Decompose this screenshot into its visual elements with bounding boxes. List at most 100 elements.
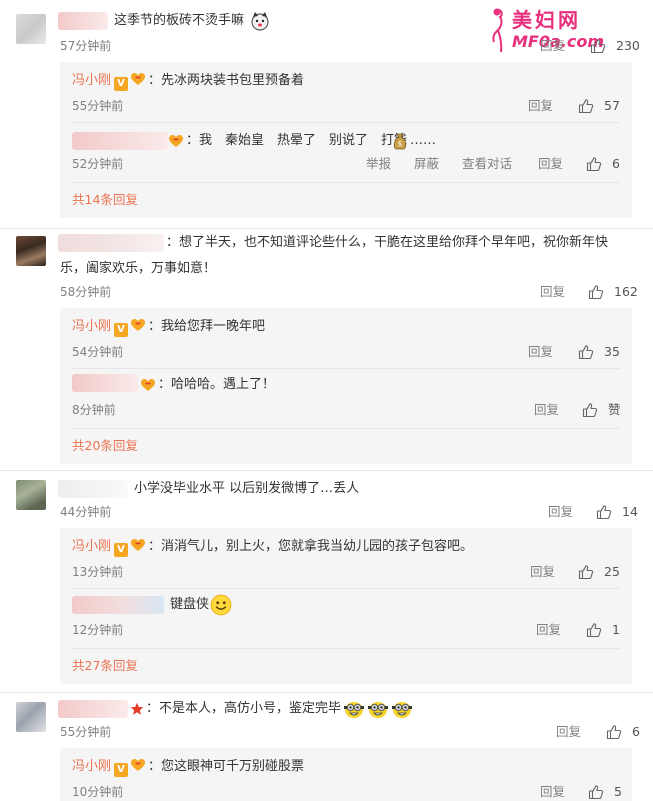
like-count: 162 — [614, 284, 638, 299]
avatar[interactable] — [16, 702, 46, 732]
heart-badge-icon — [168, 134, 184, 148]
reply-time: 12分钟前 — [72, 623, 124, 637]
dog-emoji-icon — [251, 12, 269, 31]
reply-button[interactable]: 回复 — [556, 724, 581, 740]
more-replies-link[interactable]: 共27条回复 — [72, 658, 138, 674]
like-count: 14 — [622, 504, 638, 519]
divider — [72, 428, 620, 429]
verified-v-icon: V — [114, 763, 129, 777]
reply-panel: 冯小刚 V ：我给您拜一晚年吧 54分钟前 回复 35 ：哈哈哈。遇上了！ 8分钟前… — [60, 308, 632, 464]
reply-body: ：哈哈哈。遇上了！ — [158, 377, 276, 392]
heart-badge-icon — [130, 758, 146, 772]
like-button[interactable]: 1 — [586, 622, 620, 638]
more-replies-link[interactable]: 共20条回复 — [72, 438, 138, 454]
minion-emoji-icon — [342, 698, 366, 720]
reply-body: ：消消气儿，别上火，您就拿我当幼儿园的孩子包容吧。 — [148, 539, 474, 554]
reply-time: 55分钟前 — [72, 99, 124, 113]
like-button[interactable]: 230 — [590, 38, 640, 54]
verified-v-icon: V — [114, 323, 129, 337]
avatar[interactable] — [16, 236, 46, 266]
reply-body: ：我 秦始皇 热晕了 别说了 打钱 — [186, 133, 408, 148]
comment-text: 这季节的板砖不烫手嘛 — [114, 13, 245, 28]
thumbs-up-icon — [606, 724, 622, 740]
like-count: 230 — [616, 38, 640, 53]
reply-button[interactable]: 回复 — [534, 402, 559, 418]
like-count: 35 — [604, 344, 620, 359]
reply-body: ：您这眼神可千万别碰股票 — [148, 759, 305, 774]
thumbs-up-icon — [588, 284, 604, 300]
like-button[interactable]: 14 — [596, 504, 638, 520]
reply-button[interactable]: 回复 — [536, 622, 561, 638]
reply-button[interactable]: 回复 — [530, 564, 555, 580]
username-blurred[interactable] — [72, 596, 164, 614]
svg-text:$: $ — [398, 140, 402, 148]
minion-emoji-icon — [366, 698, 390, 720]
like-button[interactable]: 25 — [578, 564, 620, 580]
verified-v-icon: V — [114, 77, 129, 91]
like-button[interactable]: 35 — [578, 344, 620, 360]
reply-button[interactable]: 回复 — [528, 98, 553, 114]
reply-button[interactable]: 回复 — [540, 284, 565, 300]
reply-button[interactable]: 回复 — [540, 38, 565, 54]
verified-v-icon: V — [114, 543, 129, 557]
username-blurred[interactable] — [58, 480, 128, 498]
like-count: 赞 — [608, 402, 621, 417]
reply-panel: 冯小刚 V ：您这眼神可千万别碰股票 10分钟前 回复 5 — [60, 748, 632, 801]
reply-username[interactable]: 冯小刚 — [72, 539, 111, 554]
thumbs-up-icon — [578, 344, 594, 360]
like-button[interactable]: 5 — [588, 784, 622, 800]
reply-button[interactable]: 回复 — [528, 344, 553, 360]
reply-text: 冯小刚 V ：您这眼神可千万别碰股票 — [72, 758, 304, 777]
report-button[interactable]: 举报 — [366, 156, 391, 172]
username-blurred[interactable] — [58, 234, 164, 252]
comment-time: 57分钟前 — [60, 39, 112, 53]
like-count: 25 — [604, 564, 620, 579]
reply-button[interactable]: 回复 — [540, 784, 565, 800]
like-button[interactable]: 赞 — [582, 402, 621, 418]
like-button[interactable]: 6 — [606, 724, 640, 740]
reply-text: 冯小刚 V ：先冰两块装书包里预备着 — [72, 72, 304, 91]
divider — [72, 122, 620, 123]
more-replies-link[interactable]: 共14条回复 — [72, 192, 138, 208]
minion-emoji-icon — [390, 698, 414, 720]
heart-badge-icon — [140, 378, 156, 392]
reply-username[interactable]: 冯小刚 — [72, 73, 111, 88]
like-count: 1 — [612, 622, 620, 637]
username-blurred[interactable] — [58, 700, 128, 718]
reply-username[interactable]: 冯小刚 — [72, 319, 111, 334]
like-count: 5 — [614, 784, 622, 799]
comment-divider — [0, 470, 653, 471]
reply-body: ：先冰两块装书包里预备着 — [148, 73, 305, 88]
view-conversation-button[interactable]: 查看对话 — [462, 156, 512, 172]
reply-panel: 冯小刚 V ：消消气儿，别上火，您就拿我当幼儿园的孩子包容吧。 13分钟前 回复 2… — [60, 528, 632, 684]
reply-text: 冯小刚 V ：消消气儿，别上火，您就拿我当幼儿园的孩子包容吧。 — [72, 538, 473, 557]
avatar[interactable] — [16, 14, 46, 44]
comment-text: 小学没毕业水平 以后别发微博了…丢人 — [134, 481, 360, 496]
username-blurred[interactable] — [58, 12, 108, 30]
thumbs-up-icon — [586, 622, 602, 638]
block-button[interactable]: 屏蔽 — [414, 156, 439, 172]
reply-time: 8分钟前 — [72, 403, 116, 417]
like-button[interactable]: 6 — [586, 156, 620, 172]
comment-divider — [0, 692, 653, 693]
avatar[interactable] — [16, 480, 46, 510]
reply-button[interactable]: 回复 — [538, 156, 563, 172]
like-button[interactable]: 162 — [588, 284, 638, 300]
username-blurred[interactable] — [72, 374, 138, 392]
reply-ellipsis: …… — [410, 133, 436, 148]
reply-time: 54分钟前 — [72, 345, 124, 359]
thumbs-up-icon — [586, 156, 602, 172]
like-count: 6 — [632, 724, 640, 739]
money-bag-icon: $ — [393, 133, 407, 150]
watermark-title: 美妇网 — [512, 8, 581, 32]
thumbs-up-icon — [578, 564, 594, 580]
reply-time: 10分钟前 — [72, 785, 124, 799]
like-button[interactable]: 57 — [578, 98, 620, 114]
divider — [72, 648, 620, 649]
smile-emoji-icon — [210, 594, 232, 616]
thumbs-up-icon — [588, 784, 604, 800]
username-blurred[interactable] — [72, 132, 168, 150]
reply-button[interactable]: 回复 — [548, 504, 573, 520]
reply-username[interactable]: 冯小刚 — [72, 759, 111, 774]
heart-badge-icon — [130, 538, 146, 552]
